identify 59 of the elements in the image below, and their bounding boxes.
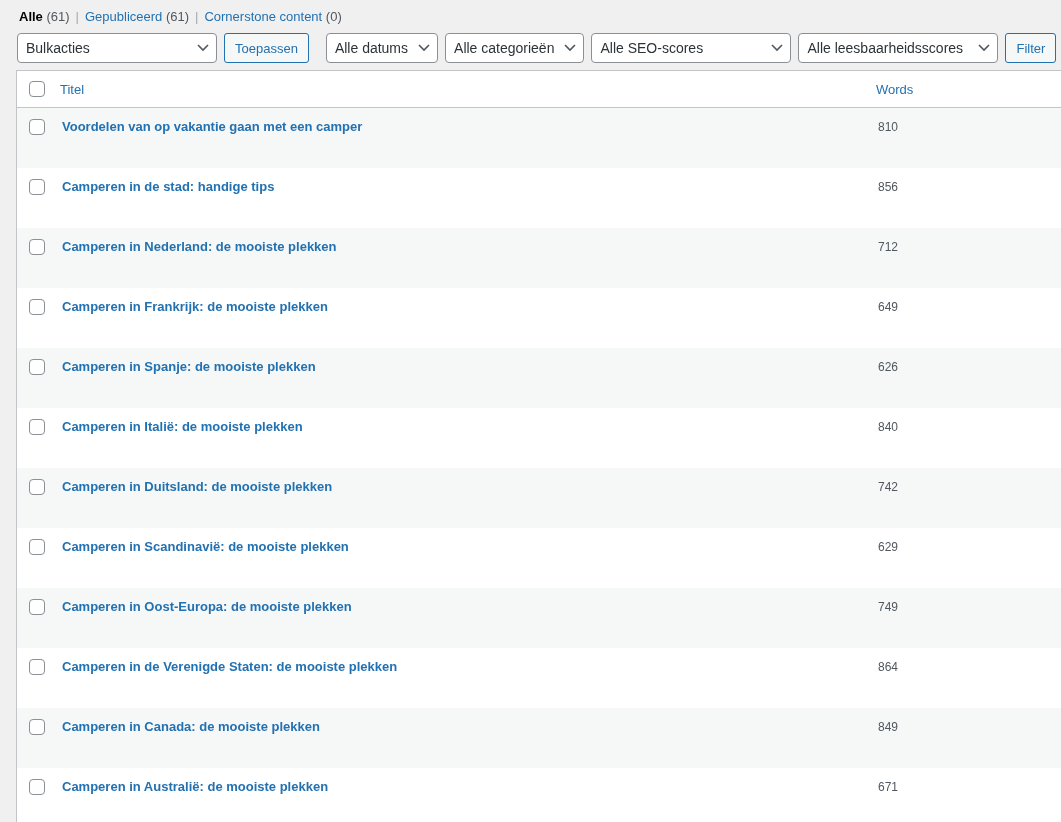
checkbox[interactable]: [29, 779, 45, 795]
dropdown[interactable]: Alle categorieën: [445, 33, 585, 63]
post-title-link[interactable]: Camperen in Italië: de mooiste plekken: [62, 419, 878, 434]
checkbox[interactable]: [29, 539, 45, 555]
word-count: 810: [878, 119, 899, 134]
word-count: 742: [878, 479, 899, 494]
word-count: 671: [878, 779, 899, 794]
word-count: 649: [878, 299, 899, 314]
dropdown[interactable]: Alle datums: [325, 33, 439, 63]
post-title-link[interactable]: Camperen in de stad: handige tips: [62, 179, 878, 194]
checkbox[interactable]: [29, 239, 45, 255]
post-title-link[interactable]: Camperen in de Verenigde Staten: de mooiste plekken: [62, 659, 878, 674]
checkbox[interactable]: [29, 179, 45, 195]
post-title-link[interactable]: Camperen in Frankrijk: de mooiste plekken: [62, 299, 878, 314]
chevron-down-icon: [771, 44, 784, 52]
post-title-link[interactable]: Voordelen van op vakantie gaan met een camper: [62, 119, 878, 134]
chevron-down-icon: [197, 44, 209, 52]
dropdown[interactable]: Alle leesbaarheidsscores: [798, 33, 999, 63]
word-count: 749: [878, 599, 899, 614]
view-link[interactable]: Cornerstone content: [204, 8, 323, 24]
view-count: (61): [164, 8, 190, 24]
post-title-link[interactable]: Camperen in Oost-Europa: de mooiste plekken: [62, 599, 878, 614]
post-title-link[interactable]: Camperen in Canada: de mooiste plekken: [62, 719, 878, 734]
checkbox[interactable]: [29, 81, 45, 97]
view-count: (0): [324, 8, 342, 24]
button[interactable]: Filter: [1005, 33, 1057, 63]
separator: |: [75, 8, 79, 24]
post-title-link[interactable]: Camperen in Spanje: de mooiste plekken: [62, 359, 878, 374]
view-count: (61): [45, 8, 70, 24]
checkbox[interactable]: [29, 359, 45, 375]
word-count: 629: [878, 539, 899, 554]
word-count: 864: [878, 659, 899, 674]
word-count: 849: [878, 719, 899, 734]
view-link[interactable]: Gepubliceerd: [84, 8, 163, 24]
chevron-down-icon: [564, 44, 577, 52]
dropdown[interactable]: Alle SEO-scores: [591, 33, 792, 63]
column-header[interactable]: Titel: [60, 81, 85, 97]
post-title-link[interactable]: Camperen in Australië: de mooiste plekken: [62, 779, 878, 794]
word-count: 712: [878, 239, 899, 254]
view-link[interactable]: Alle: [19, 8, 43, 24]
checkbox[interactable]: [29, 659, 45, 675]
checkbox[interactable]: [29, 299, 45, 315]
word-count: 856: [878, 179, 899, 194]
post-title-link[interactable]: Camperen in Duitsland: de mooiste plekken: [62, 479, 878, 494]
checkbox[interactable]: [29, 419, 45, 435]
separator: |: [195, 8, 199, 24]
checkbox[interactable]: [29, 119, 45, 135]
checkbox[interactable]: [29, 719, 45, 735]
checkbox[interactable]: [29, 599, 45, 615]
column-header[interactable]: Words: [876, 81, 914, 97]
dropdown[interactable]: Bulkacties: [17, 33, 217, 63]
word-count: 626: [878, 359, 899, 374]
button[interactable]: Toepassen: [224, 33, 309, 63]
word-count: 840: [878, 419, 899, 434]
post-title-link[interactable]: Camperen in Nederland: de mooiste plekken: [62, 239, 878, 254]
post-title-link[interactable]: Camperen in Scandinavië: de mooiste plekken: [62, 539, 878, 554]
chevron-down-icon: [418, 44, 431, 52]
chevron-down-icon: [978, 44, 991, 52]
checkbox[interactable]: [29, 479, 45, 495]
